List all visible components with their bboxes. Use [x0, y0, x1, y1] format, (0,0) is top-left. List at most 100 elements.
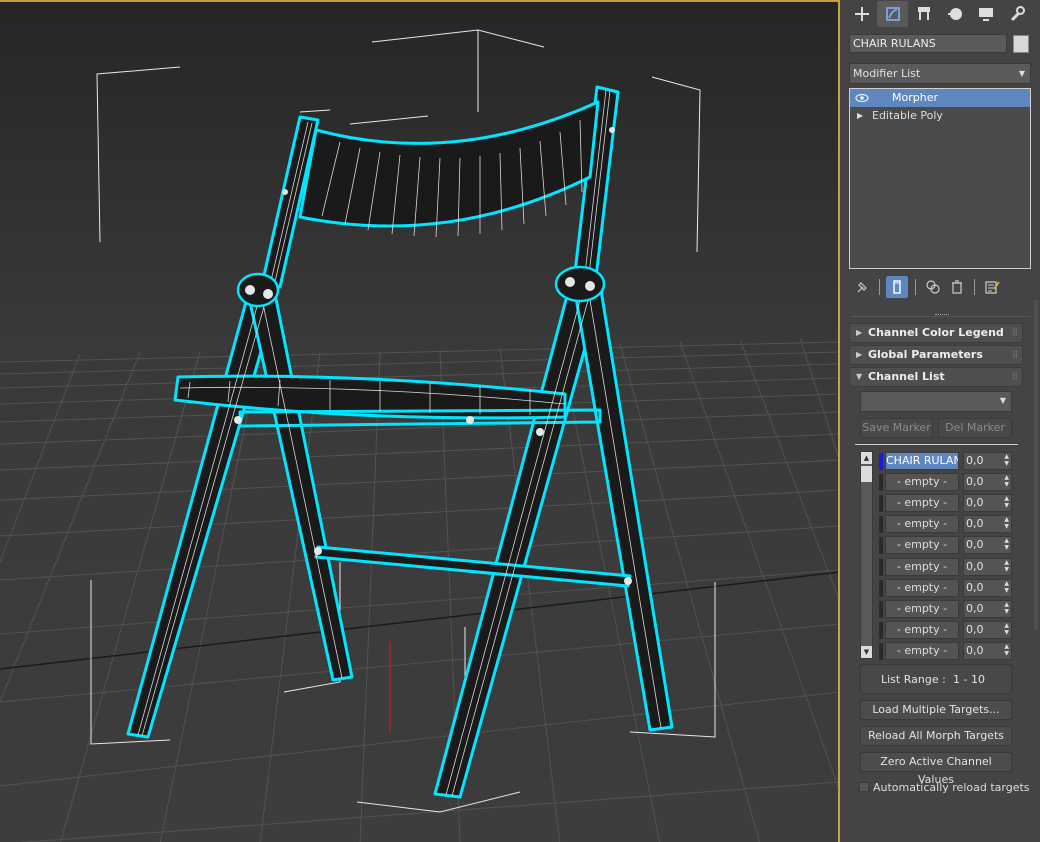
modifier-stack: Morpher ▶ Editable Poly	[849, 88, 1031, 269]
show-end-result-button[interactable]	[886, 276, 908, 298]
channel-color-marker	[879, 600, 883, 618]
channel-list: ▲ ▼ CHAIR RULANS0,0▲▼- empty -0,0▲▼- emp…	[860, 451, 1012, 661]
spinner-arrows-icon[interactable]: ▲ ▼	[1004, 453, 1009, 467]
hierarchy-tab[interactable]	[908, 1, 939, 27]
channel-value-spinner[interactable]: 0,0 ▲ ▼	[963, 536, 1012, 555]
load-multiple-targets-button[interactable]: Load Multiple Targets...	[860, 700, 1012, 720]
channel-row[interactable]: - empty - 0,0 ▲ ▼	[878, 557, 1012, 578]
spinner-arrows-icon[interactable]: ▲ ▼	[1004, 559, 1009, 573]
divider-line	[851, 316, 1031, 317]
channel-value: 0,0	[966, 496, 984, 510]
scroll-down-icon[interactable]: ▼	[861, 646, 872, 658]
channel-value-spinner[interactable]: 0,0 ▲ ▼	[963, 620, 1012, 639]
spinner-arrows-icon[interactable]: ▲ ▼	[1004, 622, 1009, 636]
section-divider	[855, 444, 1018, 445]
channel-row[interactable]: - empty - 0,0 ▲ ▼	[878, 620, 1012, 641]
channel-value: 0,0	[966, 622, 984, 636]
channel-row[interactable]: CHAIR RULANS 0,0 ▲▼	[878, 451, 1012, 472]
marker-dropdown[interactable]: ▼	[860, 391, 1012, 412]
object-color-swatch[interactable]	[1013, 35, 1029, 53]
channel-value: 0,0	[966, 538, 984, 552]
channel-value-spinner[interactable]: 0,0 ▲ ▼	[963, 557, 1012, 576]
scroll-thumb[interactable]	[861, 466, 872, 482]
channel-name-button[interactable]: - empty -	[885, 557, 959, 576]
channel-name-button[interactable]: - empty -	[885, 515, 959, 534]
channel-value-spinner[interactable]: 0,0 ▲ ▼	[963, 515, 1012, 534]
channel-value: 0,0	[966, 580, 984, 594]
rollout-channel-list[interactable]: ▼ Channel List ⁞⁞	[849, 367, 1023, 387]
scroll-up-icon[interactable]: ▲	[861, 452, 872, 464]
list-range-label: List Range :	[881, 673, 946, 686]
channel-row[interactable]: - empty - 0,0 ▲ ▼	[878, 641, 1012, 662]
rollout-channel-color-legend[interactable]: ▶ Channel Color Legend ⁞⁞	[849, 323, 1023, 343]
expanded-triangle-icon: ▼	[856, 372, 863, 381]
channel-value-spinner[interactable]: 0,0 ▲ ▼	[963, 641, 1012, 660]
panel-resize-handle[interactable]	[851, 314, 1031, 317]
list-range-box: List Range : 1 - 10	[860, 664, 1012, 694]
motion-tab[interactable]	[939, 1, 970, 27]
channel-value-spinner[interactable]: 0,0 ▲ ▼	[963, 452, 1012, 470]
collapsed-triangle-icon: ▶	[856, 350, 863, 359]
zero-active-channel-values-button[interactable]: Zero Active Channel Values	[860, 752, 1012, 786]
chevron-down-icon: ▼	[1018, 69, 1025, 78]
spinner-arrows-icon[interactable]: ▲ ▼	[1004, 495, 1009, 509]
expand-triangle-icon[interactable]: ▶	[857, 107, 863, 125]
channel-value-spinner[interactable]: 0,0 ▲ ▼	[963, 599, 1012, 618]
spinner-arrows-icon[interactable]: ▲ ▼	[1004, 643, 1009, 657]
channel-row[interactable]: - empty - 0,0 ▲ ▼	[878, 514, 1012, 535]
channel-name-button[interactable]: - empty -	[885, 578, 959, 597]
spinner-arrows-icon[interactable]: ▲ ▼	[1004, 474, 1009, 488]
channel-name-button[interactable]: - empty -	[885, 641, 959, 660]
spinner-arrows-icon[interactable]: ▲ ▼	[1004, 537, 1009, 551]
make-unique-icon	[926, 280, 940, 294]
spinner-arrows-icon[interactable]: ▲ ▼	[1004, 516, 1009, 530]
create-tab[interactable]	[846, 1, 877, 27]
pin-stack-button[interactable]	[851, 276, 873, 298]
channel-row[interactable]: - empty - 0,0 ▲ ▼	[878, 599, 1012, 620]
channel-color-marker	[879, 558, 883, 576]
rollout-grip-icon: ⁞⁞	[1012, 326, 1018, 339]
channel-value-spinner[interactable]: 0,0 ▲ ▼	[963, 578, 1012, 597]
object-name-field[interactable]: CHAIR RULANS	[849, 34, 1007, 53]
make-unique-button[interactable]	[922, 276, 944, 298]
display-tab[interactable]	[970, 1, 1001, 27]
spinner-arrows-icon[interactable]: ▲ ▼	[1004, 580, 1009, 594]
channel-value: 0,0	[966, 559, 984, 573]
channel-row[interactable]: - empty - 0,0 ▲ ▼	[878, 493, 1012, 514]
rollout-global-parameters[interactable]: ▶ Global Parameters ⁞⁞	[849, 345, 1023, 365]
channel-value-spinner[interactable]: 0,0 ▲ ▼	[963, 494, 1012, 513]
channel-name-button[interactable]: - empty -	[885, 494, 959, 513]
del-marker-button[interactable]: Del Marker	[938, 418, 1012, 438]
modifier-list-label: Modifier List	[853, 67, 921, 80]
modify-tab[interactable]	[877, 1, 908, 27]
channel-scrollbar[interactable]: ▲ ▼	[860, 451, 873, 659]
channel-row[interactable]: - empty - 0,0 ▲ ▼	[878, 578, 1012, 599]
auto-reload-label: Automatically reload targets	[873, 781, 1030, 794]
channel-name-button[interactable]: CHAIR RULANS	[885, 452, 959, 470]
channel-color-marker	[879, 474, 883, 492]
channel-name-button[interactable]: - empty -	[885, 599, 959, 618]
perspective-viewport[interactable]	[0, 0, 840, 842]
reload-all-morph-targets-button[interactable]: Reload All Morph Targets	[860, 726, 1012, 746]
rollout-title: Channel List	[868, 370, 945, 383]
channel-value-spinner[interactable]: 0,0 ▲ ▼	[963, 473, 1012, 492]
hierarchy-icon	[917, 7, 930, 20]
modifier-list-dropdown[interactable]: Modifier List ▼	[849, 63, 1031, 84]
create-icon	[854, 7, 869, 21]
auto-reload-checkbox[interactable]	[859, 782, 869, 792]
stack-item-morpher[interactable]: Morpher	[850, 89, 1030, 107]
stack-item-editable-poly[interactable]: ▶ Editable Poly	[850, 107, 1030, 125]
channel-name-button[interactable]: - empty -	[885, 620, 959, 639]
utilities-tab[interactable]	[1001, 1, 1032, 27]
remove-modifier-button[interactable]	[946, 276, 968, 298]
channel-name-button[interactable]: - empty -	[885, 536, 959, 555]
channel-row[interactable]: - empty - 0,0 ▲ ▼	[878, 535, 1012, 556]
channel-name-button[interactable]: - empty -	[885, 473, 959, 492]
save-marker-button[interactable]: Save Marker	[860, 418, 933, 438]
panel-scrollbar[interactable]	[1034, 30, 1038, 842]
panel-scroll-thumb[interactable]	[1034, 300, 1038, 630]
stack-item-label: Editable Poly	[872, 109, 943, 122]
spinner-arrows-icon[interactable]: ▲ ▼	[1004, 601, 1009, 615]
configure-modifier-sets-button[interactable]	[981, 276, 1003, 298]
channel-row[interactable]: - empty - 0,0 ▲ ▼	[878, 472, 1012, 493]
